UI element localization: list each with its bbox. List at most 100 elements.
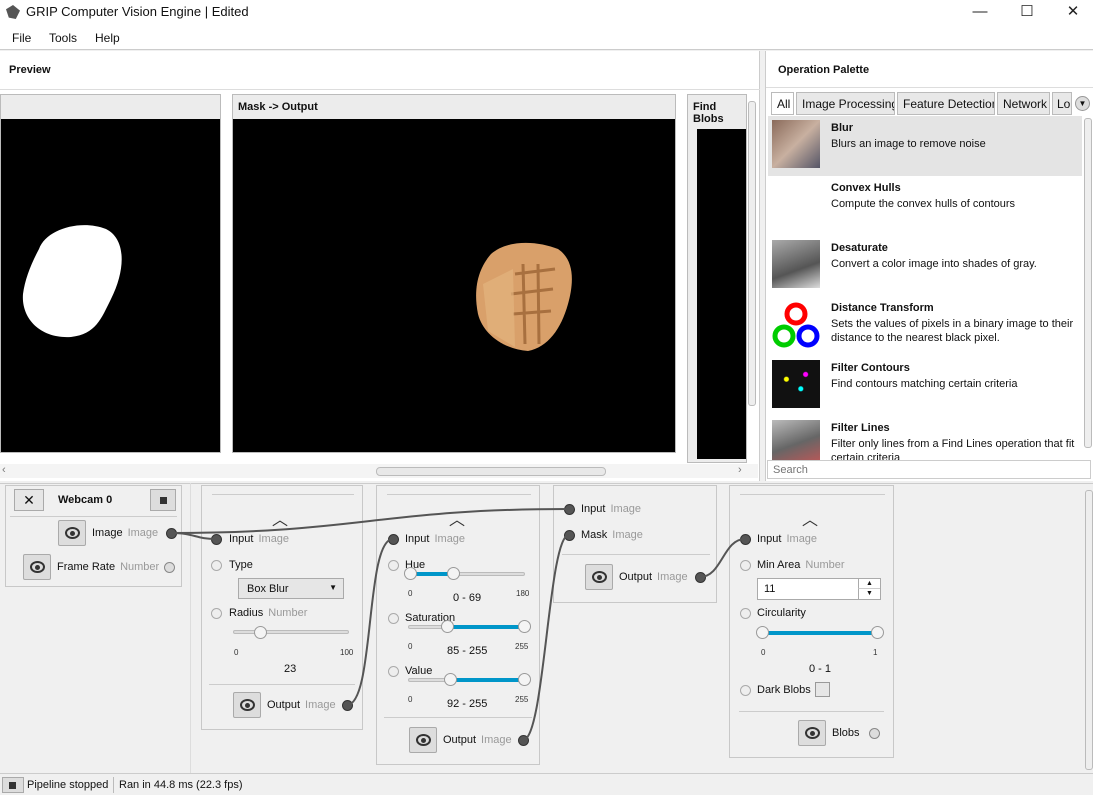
radio-min-area[interactable]: [740, 560, 751, 571]
hscroll-thumb[interactable]: [376, 467, 606, 476]
socket-source-framerate[interactable]: [164, 562, 175, 573]
min-area-stepper[interactable]: 11 ▲ ▼: [757, 578, 881, 600]
socket-source-image[interactable]: [166, 528, 177, 539]
label: Input: [581, 503, 606, 515]
op-item-filter-lines[interactable]: Filter Lines Filter only lines from a Fi…: [768, 416, 1082, 460]
tab-overflow-icon[interactable]: ▼: [1075, 96, 1090, 111]
tab-image-processing[interactable]: Image Processing: [796, 92, 895, 115]
type: Image: [434, 533, 466, 545]
tab-logic[interactable]: Lo: [1052, 92, 1072, 115]
circularity-value: 0 - 1: [809, 663, 832, 675]
collapse-icon[interactable]: ︿: [449, 506, 465, 530]
palette-search-input[interactable]: [767, 460, 1091, 479]
radio-blur-radius[interactable]: [211, 608, 222, 619]
preview-toggle-image[interactable]: [58, 520, 86, 546]
circularity-slider-high-knob[interactable]: [871, 626, 884, 639]
socket-hsv-output[interactable]: [518, 735, 529, 746]
radio-blur-type[interactable]: [211, 560, 222, 571]
op-title: Distance Transform: [831, 302, 934, 314]
minimize-button[interactable]: —: [957, 0, 1003, 26]
preview-hscroll[interactable]: ‹ ›: [0, 464, 758, 478]
preview-panel-blobs: Find Blobs: [687, 94, 747, 463]
socket-blur-output[interactable]: [342, 700, 353, 711]
value-slider-low-knob[interactable]: [444, 673, 457, 686]
hue-value: 0 - 69: [453, 592, 482, 604]
radio-value[interactable]: [388, 666, 399, 677]
preview-toggle-mask-output[interactable]: [585, 564, 613, 590]
maximize-button[interactable]: ☐: [1004, 0, 1050, 26]
scroll-right-icon[interactable]: ›: [738, 464, 742, 476]
blur-type-select[interactable]: Box Blur ▼: [238, 578, 344, 599]
label: Output: [267, 699, 301, 711]
socket-mask-output[interactable]: [695, 572, 706, 583]
preview-vscroll[interactable]: [748, 101, 756, 406]
label: Frame Rate: [57, 561, 116, 573]
tab-all[interactable]: All: [771, 92, 794, 115]
collapse-icon[interactable]: ︿: [272, 506, 288, 530]
mask-blob-image: [22, 225, 122, 338]
remove-source-button[interactable]: ✕: [14, 489, 44, 511]
menu-file[interactable]: File: [12, 31, 31, 45]
preview-toggle-framerate[interactable]: [23, 554, 51, 580]
radio-saturation[interactable]: [388, 613, 399, 624]
saturation-max: 255: [515, 642, 529, 651]
preview-toggle-blur-output[interactable]: [233, 692, 261, 718]
menu-bar: File Tools Help: [0, 26, 1093, 50]
stepper-value[interactable]: 11: [764, 583, 775, 595]
op-item-distance-transform[interactable]: Distance Transform Sets the values of pi…: [768, 296, 1082, 356]
circularity-slider-low-knob[interactable]: [756, 626, 769, 639]
type: Number: [805, 559, 845, 571]
radio-circularity[interactable]: [740, 608, 751, 619]
mask-mask: Mask Image: [581, 529, 643, 541]
tab-feature-detection[interactable]: Feature Detection: [897, 92, 995, 115]
radius-max: 100: [340, 648, 354, 657]
preview-image: [1, 119, 220, 452]
value-slider-high-knob[interactable]: [518, 673, 531, 686]
preview-toggle-hsv-output[interactable]: [409, 727, 437, 753]
pipeline-toggle-button[interactable]: [2, 777, 24, 793]
stepper-up-icon[interactable]: ▲: [858, 579, 880, 589]
label: Mask: [581, 529, 608, 541]
radio-dark-blobs[interactable]: [740, 685, 751, 696]
divider: [190, 483, 191, 773]
collapse-icon[interactable]: ︿: [802, 506, 818, 530]
radio-hue[interactable]: [388, 560, 399, 571]
radius-slider-track[interactable]: [233, 630, 349, 634]
socket-blobs-output[interactable]: [869, 728, 880, 739]
blobs-input: Input Image: [757, 533, 817, 545]
label: Output: [443, 734, 477, 746]
socket-mask-mask[interactable]: [564, 530, 575, 541]
socket-blur-input[interactable]: [211, 534, 222, 545]
hue-slider-high-knob[interactable]: [447, 567, 460, 580]
circularity-max: 1: [873, 648, 878, 657]
op-item-filter-contours[interactable]: Filter Contours Find contours matching c…: [768, 356, 1082, 416]
menu-tools[interactable]: Tools: [49, 31, 77, 45]
stepper-down-icon[interactable]: ▼: [858, 589, 880, 599]
palette-scrollbar[interactable]: [1084, 118, 1092, 448]
close-button[interactable]: ✕: [1050, 0, 1093, 26]
circularity-min: 0: [761, 648, 766, 657]
dark-blobs-checkbox[interactable]: [815, 682, 830, 697]
socket-blobs-input[interactable]: [740, 534, 751, 545]
op-item-blur[interactable]: Blur Blurs an image to remove noise: [768, 116, 1082, 176]
blur-thumbnail: [772, 120, 820, 168]
socket-mask-input[interactable]: [564, 504, 575, 515]
preview-toggle-blobs[interactable]: [798, 720, 826, 746]
op-item-convex-hulls[interactable]: Convex Hulls Compute the convex hulls of…: [768, 176, 1082, 236]
tab-network[interactable]: Network: [997, 92, 1050, 115]
eye-icon: [65, 527, 80, 539]
saturation-slider-high-knob[interactable]: [518, 620, 531, 633]
stop-source-button[interactable]: [150, 489, 176, 511]
eye-icon: [805, 727, 820, 739]
menu-help[interactable]: Help: [95, 31, 120, 45]
scroll-left-icon[interactable]: ‹: [2, 464, 6, 476]
type: Image: [612, 529, 643, 541]
hue-slider-low-knob[interactable]: [404, 567, 417, 580]
socket-hsv-input[interactable]: [388, 534, 399, 545]
eye-icon: [240, 699, 255, 711]
op-item-desaturate[interactable]: Desaturate Convert a color image into sh…: [768, 236, 1082, 296]
saturation-slider-low-knob[interactable]: [441, 620, 454, 633]
radius-slider-knob[interactable]: [253, 626, 267, 639]
pipeline-status: Pipeline stopped: [27, 779, 109, 791]
pipeline-scrollbar[interactable]: [1085, 490, 1093, 770]
